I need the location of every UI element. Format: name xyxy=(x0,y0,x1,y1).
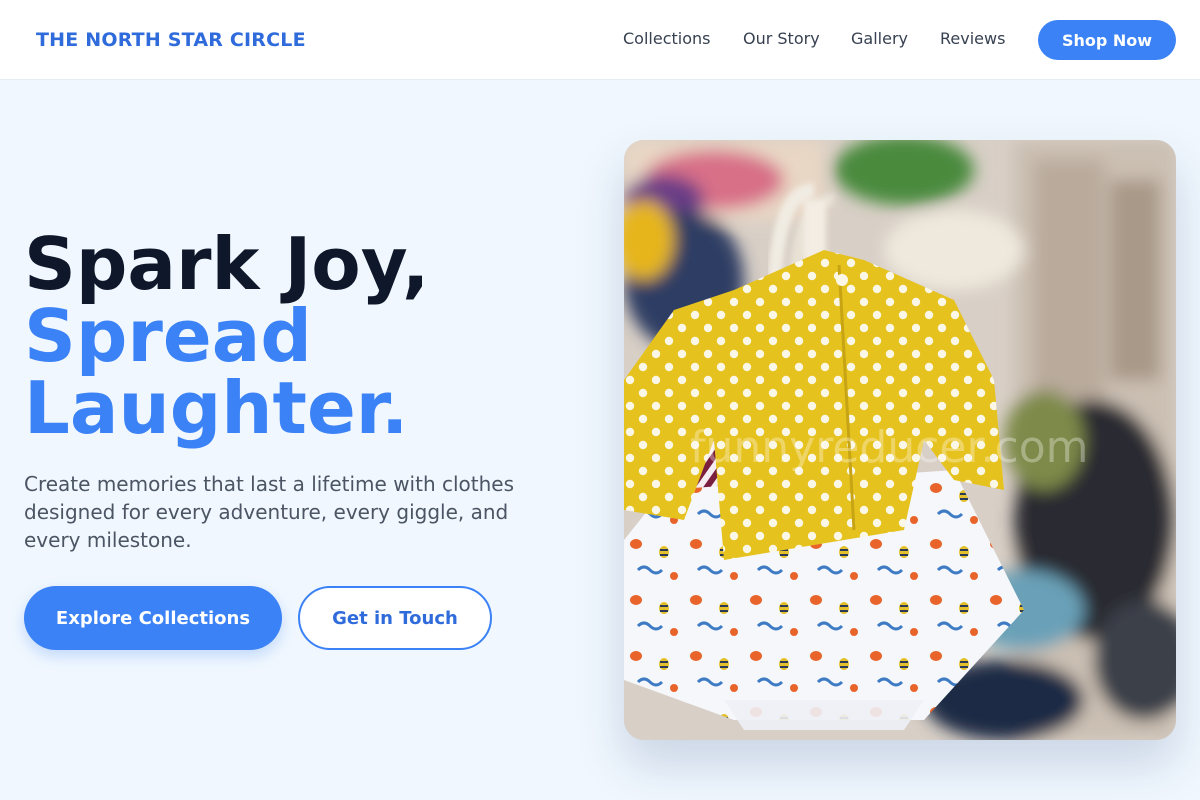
hero-subtitle: Create memories that last a lifetime wit… xyxy=(24,472,515,552)
headline-line-3: Laughter. xyxy=(24,366,409,450)
shop-now-button[interactable]: Shop Now xyxy=(1038,20,1176,60)
hero-photo-baby-clothes: funnyreducer.com xyxy=(624,140,1176,740)
brand-logo[interactable]: THE NORTH STAR CIRCLE xyxy=(36,29,306,51)
top-navbar: THE NORTH STAR CIRCLE Collections Our St… xyxy=(0,0,1200,80)
explore-collections-button[interactable]: Explore Collections xyxy=(24,586,282,650)
nav-link-collections[interactable]: Collections xyxy=(623,29,710,48)
image-watermark: funnyreducer.com xyxy=(690,422,1089,473)
nav-link-reviews[interactable]: Reviews xyxy=(940,29,1005,48)
headline-line-1: Spark Joy, xyxy=(24,222,430,306)
headline-line-2: Spread xyxy=(24,294,312,378)
nav-link-our-story[interactable]: Our Story xyxy=(743,29,820,48)
nav-link-gallery[interactable]: Gallery xyxy=(851,29,908,48)
get-in-touch-button[interactable]: Get in Touch xyxy=(298,586,492,650)
hero-headline: Spark Joy, Spread Laughter. xyxy=(24,228,429,444)
